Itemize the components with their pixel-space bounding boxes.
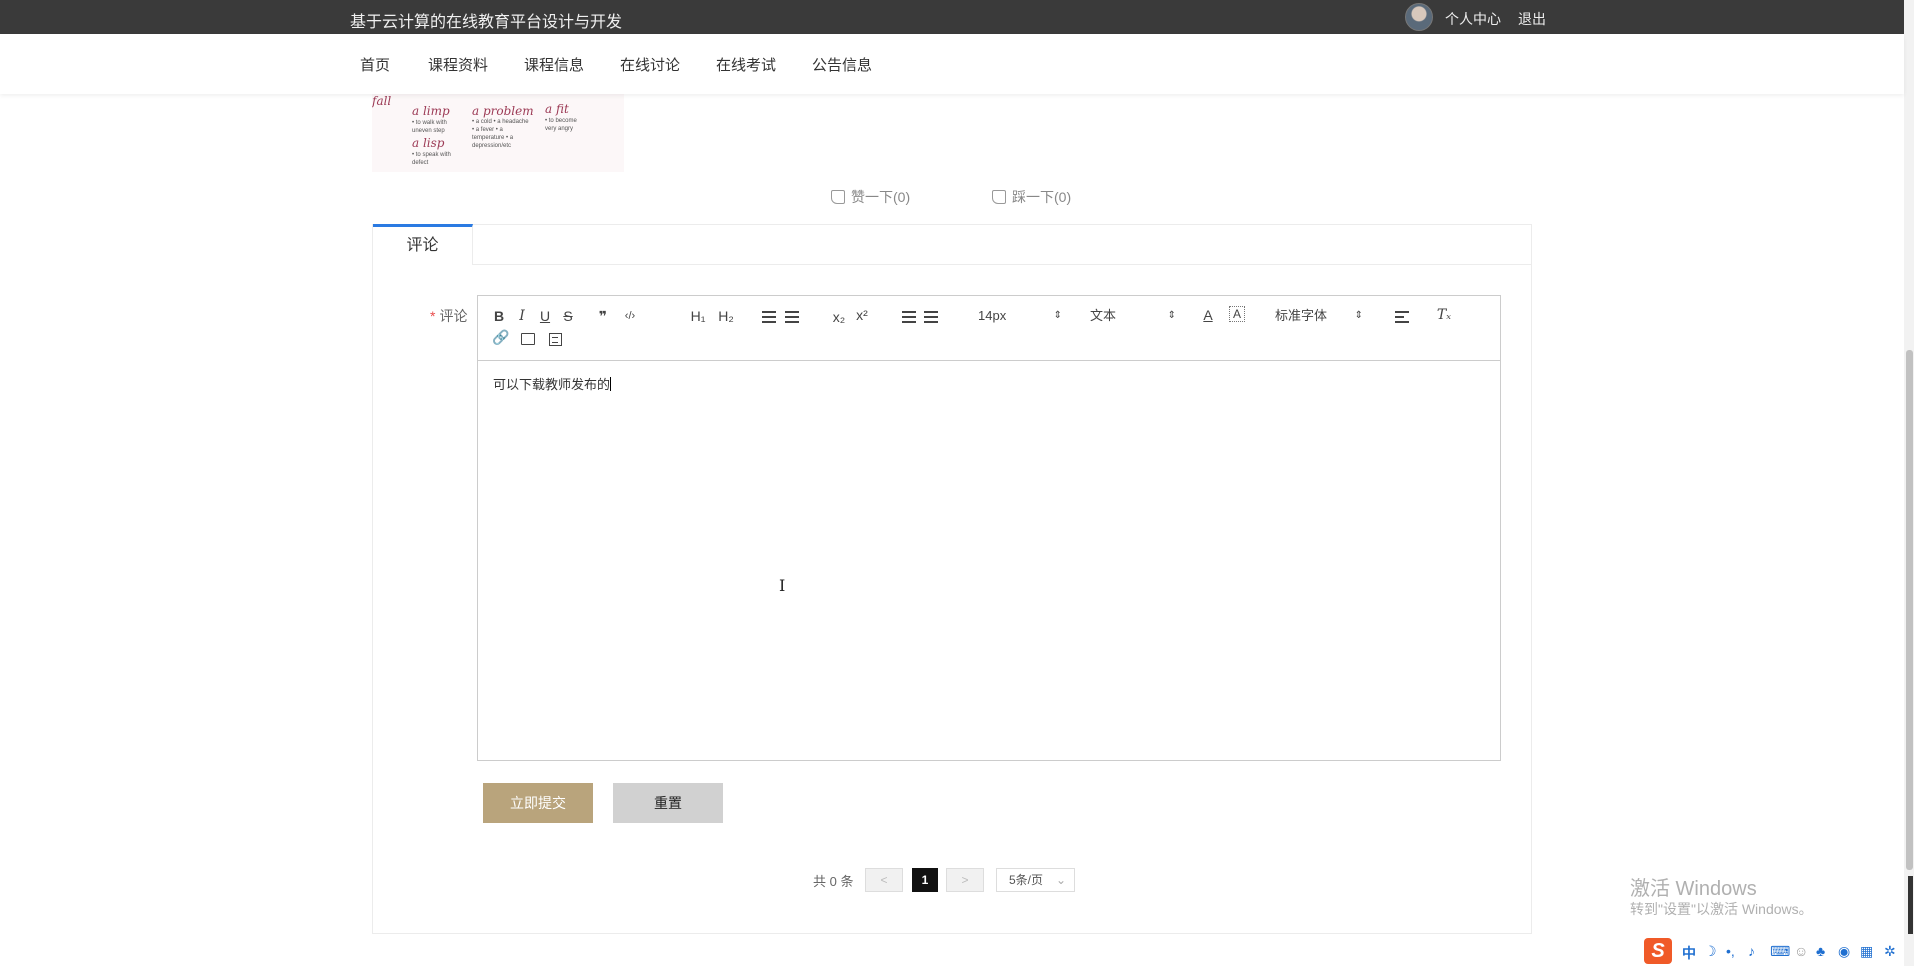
activation-watermark-subtitle: 转到"设置"以激活 Windows。 (1630, 901, 1813, 917)
site-title: 基于云计算的在线教育平台设计与开发 (350, 14, 623, 31)
current-page[interactable]: 1 (912, 868, 938, 892)
select-arrow-icon: ⇕ (1053, 310, 1062, 321)
next-page-button[interactable]: > (946, 868, 984, 892)
thumbs-down-icon (992, 190, 1006, 204)
scrollbar-thumb[interactable] (1906, 350, 1913, 870)
subscript-button[interactable]: x₂ (829, 308, 849, 326)
top-bar: 基于云计算的在线教育平台设计与开发 个人中心 退出 (0, 0, 1914, 34)
editor-toolbar: B I U S ❞ ‹/› H₁ H₂ x₂ x² 14px ⇕ 文本 ⇕ A A … (478, 296, 1500, 361)
submit-button[interactable]: 立即提交 (483, 783, 593, 823)
like-button[interactable]: 赞一下(0) (831, 187, 910, 207)
thumbs-up-icon (831, 190, 845, 204)
moon-icon[interactable]: ☽ (1704, 943, 1717, 960)
indent-button[interactable] (924, 311, 938, 323)
prev-page-button[interactable]: < (865, 868, 903, 892)
underline-button[interactable]: U (538, 307, 552, 325)
select-arrow-icon: ⇕ (1167, 310, 1176, 321)
image-word-lisp: a lisp (412, 136, 445, 150)
image-word-problem: a problem (472, 104, 534, 118)
sogou-logo-icon[interactable]: S (1644, 938, 1672, 964)
comment-label-text: 评论 (439, 308, 468, 324)
rich-text-editor: B I U S ❞ ‹/› H₁ H₂ x₂ x² 14px ⇕ 文本 ⇕ A A … (477, 295, 1501, 761)
user-center-link[interactable]: 个人中心 (1445, 9, 1501, 29)
clear-format-button[interactable]: Tₓ (1435, 306, 1453, 324)
code-button[interactable]: ‹/› (620, 307, 640, 325)
like-label: 赞一下(0) (851, 189, 911, 205)
shirt-icon[interactable]: ♣ (1816, 943, 1825, 959)
font-size-select[interactable]: 14px ⇕ (978, 307, 1062, 325)
font-family-select[interactable]: 标准字体 ⇕ (1275, 307, 1363, 325)
font-size-value: 14px (978, 308, 1007, 323)
article-image: fall a limp a problem a fit a lisp • to … (372, 94, 624, 172)
h2-button[interactable]: H₂ (715, 307, 737, 325)
page-size-value: 5条/页 (1009, 873, 1044, 887)
superscript-button[interactable]: x² (852, 306, 872, 324)
text-cursor-icon: I (779, 576, 786, 595)
comment-field-label: * 评论 (430, 306, 467, 326)
tab-bar: 评论 (373, 224, 1531, 265)
nav-announcements[interactable]: 公告信息 (812, 54, 872, 75)
dislike-label: 踩一下(0) (1012, 189, 1072, 205)
total-count: 共 0 条 (813, 874, 854, 889)
image-word-fit: a fit (545, 102, 569, 116)
align-button[interactable] (1395, 311, 1409, 323)
bold-button[interactable]: B (492, 307, 506, 325)
user-avatar[interactable] (1405, 3, 1433, 31)
gamepad-icon[interactable]: ◉ (1838, 943, 1850, 960)
logout-link[interactable]: 退出 (1518, 9, 1546, 29)
editor-text: 可以下载教师发布的 (493, 377, 611, 392)
page-size-select[interactable]: 5条/页 ⌄ (996, 868, 1075, 892)
image-word-fall: fall (372, 94, 392, 108)
grid-icon[interactable]: ▦ (1860, 943, 1873, 960)
font-color-button[interactable]: A (1201, 306, 1215, 324)
nav-exam[interactable]: 在线考试 (716, 54, 776, 75)
outdent-button[interactable] (902, 311, 916, 323)
text-caret (610, 377, 612, 391)
gear-icon[interactable]: ✲ (1884, 943, 1896, 960)
image-icon[interactable] (521, 333, 535, 345)
select-arrow-icon: ⇕ (1354, 310, 1363, 321)
image-note-limp: • to walk with uneven step (412, 120, 447, 134)
ime-toolbar: S 中 ☽ •, ♪ ⌨ ☺ ♣ ◉ ▦ ✲ (1644, 938, 1914, 966)
font-family-value: 标准字体 (1275, 308, 1328, 323)
editor-content[interactable]: 可以下载教师发布的 (493, 374, 612, 393)
dislike-button[interactable]: 踩一下(0) (992, 187, 1071, 207)
punctuation-icon[interactable]: •, (1726, 943, 1735, 959)
strike-button[interactable]: S (561, 307, 575, 325)
activation-watermark-title: 激活 Windows (1630, 878, 1757, 900)
user-icon[interactable]: ☺ (1794, 943, 1808, 959)
main-nav: 首页 课程资料 课程信息 在线讨论 在线考试 公告信息 (0, 34, 1904, 94)
nav-course-materials[interactable]: 课程资料 (428, 54, 488, 75)
required-mark: * (430, 308, 436, 324)
keyboard-icon[interactable]: ⌨ (1770, 943, 1790, 960)
nav-course-info[interactable]: 课程信息 (524, 54, 584, 75)
microphone-icon[interactable]: ♪ (1748, 943, 1755, 959)
image-note-problem: • a cold • a headache • a fever • a temp… (472, 119, 529, 149)
h1-button[interactable]: H₁ (687, 307, 709, 325)
quote-button[interactable]: ❞ (595, 307, 611, 325)
image-note-fit: • to become very angry (545, 118, 577, 132)
italic-button[interactable]: I (515, 307, 529, 325)
reset-button[interactable]: 重置 (613, 783, 723, 823)
background-color-button[interactable]: A (1229, 306, 1245, 322)
chevron-down-icon: ⌄ (1055, 873, 1066, 887)
link-icon[interactable]: 🔗 (492, 329, 509, 346)
ime-language[interactable]: 中 (1682, 943, 1696, 963)
tab-comments[interactable]: 评论 (373, 224, 473, 265)
image-word-limp: a limp (412, 104, 450, 118)
nav-home[interactable]: 首页 (360, 54, 390, 75)
video-icon[interactable] (549, 333, 562, 346)
text-style-select[interactable]: 文本 ⇕ (1090, 307, 1176, 325)
text-style-value: 文本 (1090, 308, 1117, 323)
ordered-list-button[interactable] (762, 311, 776, 323)
nav-discussion[interactable]: 在线讨论 (620, 54, 680, 75)
scrollbar-handle[interactable] (1908, 876, 1913, 934)
bullet-list-button[interactable] (785, 311, 799, 323)
image-note-lisp: • to speak with defect (412, 152, 451, 166)
